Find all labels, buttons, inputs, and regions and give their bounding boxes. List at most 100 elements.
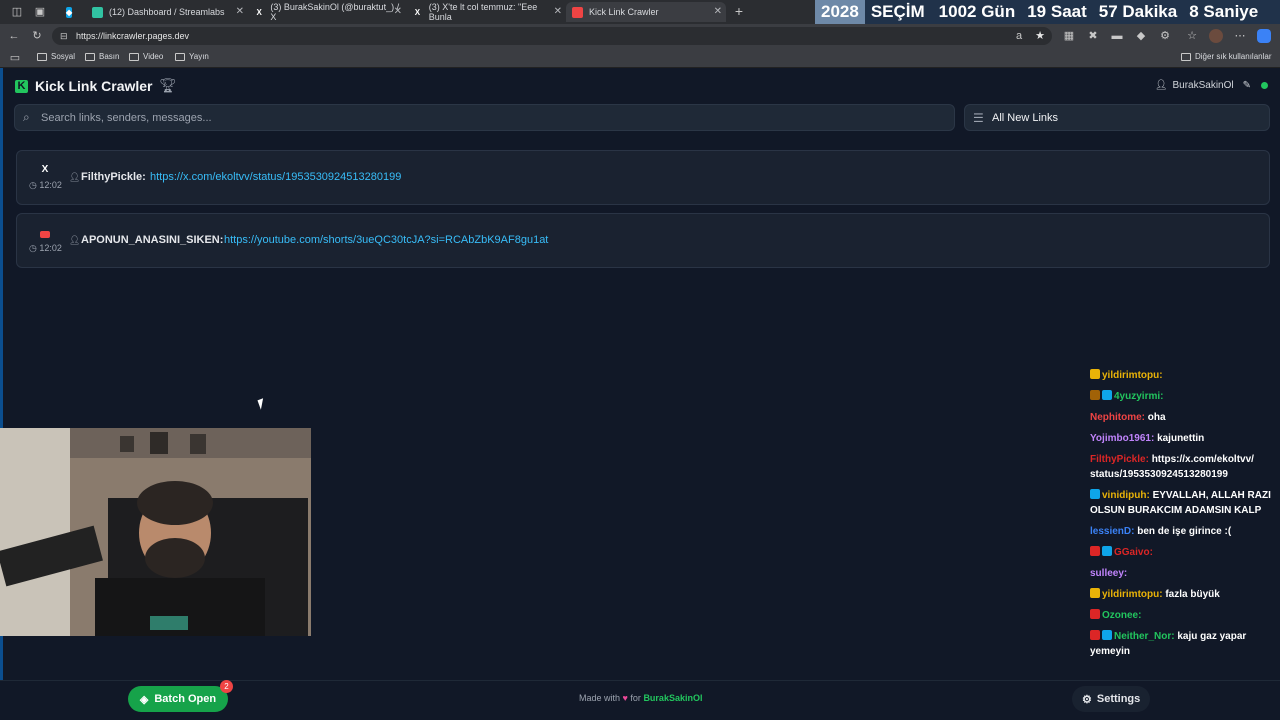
- link-card[interactable]: X ◷ 12:02 👤︎ FilthyPickle: https://x.com…: [16, 150, 1270, 205]
- tab-label: (12) Dashboard / Streamlabs: [109, 7, 225, 17]
- bookmark-folder-basin[interactable]: Basın: [85, 52, 119, 61]
- back-icon[interactable]: ←: [7, 29, 21, 43]
- workspaces-icon[interactable]: ◫: [10, 5, 24, 19]
- extension-icon[interactable]: ◆: [1134, 29, 1148, 43]
- owner-name: BurakSakinOl: [643, 693, 703, 703]
- favorites-icon[interactable]: ☆: [1185, 29, 1199, 43]
- extensions-icon[interactable]: ⚙: [1158, 29, 1172, 43]
- stream-chat-overlay: yildirimtopu: 4yuzyirmi: Nephitome: oha Y…: [1090, 368, 1280, 665]
- countdown-seconds: 8 Saniye: [1189, 2, 1259, 21]
- bookmark-folder-yayin[interactable]: Yayın: [175, 52, 209, 61]
- address-bar: ← ↻ ⊟ https://linkcrawler.pages.dev a ★ …: [0, 24, 1280, 48]
- for-text: for: [630, 693, 641, 703]
- x-icon: X: [256, 7, 262, 17]
- link-time-text: 12:02: [39, 180, 62, 190]
- chat-username: sulleey:: [1090, 568, 1128, 579]
- settings-button[interactable]: ⚙ Settings: [1072, 686, 1151, 712]
- other-bookmarks-folder[interactable]: Diğer sık kullanılanlar: [1181, 52, 1271, 61]
- chat-text: kajunettin: [1157, 433, 1205, 444]
- connection-status-indicator: [1261, 82, 1268, 89]
- bookmark-label: Sosyal: [51, 52, 76, 61]
- bookmark-folder-video[interactable]: Video: [129, 52, 163, 61]
- tab-label: Kick Link Crawler: [589, 7, 659, 17]
- bookmark-label: Basın: [99, 52, 120, 61]
- chat-message: vinidipuh: EYVALLAH, ALLAH RAZI OLSUN BU…: [1090, 488, 1280, 518]
- folder-icon: [37, 52, 47, 61]
- close-tab-icon[interactable]: ✕: [714, 6, 722, 17]
- folder-icon: [175, 52, 185, 61]
- favorite-star-icon[interactable]: ★: [1033, 29, 1047, 43]
- close-tab-icon[interactable]: ✕: [236, 6, 244, 17]
- link-filter-select[interactable]: ☰ All New Links: [964, 104, 1270, 131]
- sidebar-toggle-icon[interactable]: ▭: [8, 51, 22, 65]
- chat-message: Yojimbo1961: kajunettin: [1090, 431, 1280, 446]
- chat-badge-icon: [1102, 630, 1112, 640]
- link-card[interactable]: ◷ 12:02 👤︎ APONUN_ANASINI_SIKEN: https:/…: [16, 213, 1270, 268]
- tab-x-profile[interactable]: X (3) BurakSakinOl (@buraktut_) / X ✕: [248, 2, 406, 22]
- read-aloud-icon[interactable]: a: [1012, 29, 1026, 43]
- chat-badge-icon: [1090, 588, 1100, 598]
- heart-icon: ♥: [622, 693, 628, 703]
- chat-username: GGaivo:: [1114, 547, 1153, 558]
- chat-username: Neither_Nor:: [1114, 631, 1175, 642]
- copilot-icon[interactable]: [1257, 29, 1271, 43]
- close-tab-icon[interactable]: ✕: [554, 6, 562, 17]
- username: BurakSakinOl: [1172, 80, 1234, 91]
- close-tab-icon[interactable]: ✕: [394, 6, 402, 17]
- kick-logo: K: [15, 80, 28, 93]
- youtube-icon: [40, 231, 50, 238]
- new-tab-icon[interactable]: +: [732, 4, 746, 18]
- filter-sliders-icon: ☰: [973, 111, 984, 125]
- edit-username-icon[interactable]: ✎: [1243, 80, 1251, 91]
- chat-badge-icon: [1090, 390, 1100, 400]
- chat-username: Yojimbo1961:: [1090, 433, 1155, 444]
- chat-username: FilthyPickle:: [1090, 454, 1149, 465]
- extension-icon[interactable]: ✖: [1086, 29, 1100, 43]
- batch-count-badge: 2: [220, 680, 233, 693]
- streamlabs-icon: [92, 6, 103, 18]
- url-field[interactable]: ⊟ https://linkcrawler.pages.dev: [52, 27, 1052, 45]
- countdown-title: SEÇİM: [870, 2, 925, 21]
- search-icon: ⌕: [23, 110, 30, 124]
- tab-x-post[interactable]: X (3) X'te lt col temmuz: "Eee Bunla ✕: [406, 2, 566, 22]
- more-menu-icon[interactable]: ⋯: [1233, 29, 1247, 43]
- bookmark-folder-sosyal[interactable]: Sosyal: [37, 52, 75, 61]
- chat-message: yildirimtopu:: [1090, 368, 1280, 383]
- search-input[interactable]: [41, 109, 941, 127]
- chat-badge-icon: [1090, 609, 1100, 619]
- chat-badge-icon: [1090, 369, 1100, 379]
- search-bar: ⌕: [14, 104, 955, 131]
- webcam-overlay: [0, 428, 311, 636]
- batch-open-label: Batch Open: [154, 693, 217, 705]
- chat-text: fazla büyük: [1165, 589, 1220, 600]
- user-icon: 👤︎: [1154, 80, 1168, 91]
- chat-username: Ozonee:: [1102, 610, 1142, 621]
- link-url[interactable]: https://youtube.com/shorts/3ueQC30tcJA?s…: [224, 234, 548, 246]
- tab-pinned[interactable]: ◆: [60, 2, 84, 22]
- chat-message: yildirimtopu: fazla büyük: [1090, 587, 1280, 602]
- chat-message: FilthyPickle: https://x.com/ekoltvv/ sta…: [1090, 452, 1280, 482]
- batch-open-button[interactable]: ◈ Batch Open: [128, 686, 228, 712]
- chat-username: 4yuzyirmi:: [1114, 391, 1164, 402]
- extension-icon[interactable]: ▬: [1110, 29, 1124, 43]
- link-time: ◷ 12:02: [29, 243, 62, 253]
- site-info-icon[interactable]: ⊟: [60, 27, 68, 45]
- chat-username: vinidipuh:: [1102, 490, 1150, 501]
- chat-badge-icon: [1102, 390, 1112, 400]
- tab-label: (3) BurakSakinOl (@buraktut_) / X: [270, 2, 400, 22]
- trophy-icon[interactable]: 🏆︎: [159, 77, 177, 94]
- bookmarks-bar: ▭ Sosyal Basın Video Yayın Diğer sık kul…: [0, 48, 1280, 68]
- link-url[interactable]: https://x.com/ekoltvv/status/19535309245…: [150, 171, 401, 183]
- tab-actions-icon[interactable]: ▣: [33, 5, 47, 19]
- folder-icon: [129, 52, 139, 61]
- profile-avatar[interactable]: [1209, 29, 1223, 43]
- chat-message: Neither_Nor: kaju gaz yapar yemeyin: [1090, 629, 1280, 659]
- made-with-text: Made with: [579, 693, 621, 703]
- x-icon: X: [41, 164, 49, 175]
- election-countdown-banner: 2028 SEÇİM 1002 Gün 19 Saat 57 Dakika 8 …: [815, 0, 1280, 24]
- refresh-icon[interactable]: ↻: [30, 29, 44, 43]
- countdown-minutes: 57 Dakika: [1098, 2, 1178, 21]
- tab-kick-link-crawler[interactable]: Kick Link Crawler ✕: [566, 2, 726, 22]
- extension-icon[interactable]: ▦: [1062, 29, 1076, 43]
- tab-streamlabs[interactable]: (12) Dashboard / Streamlabs ✕: [86, 2, 248, 22]
